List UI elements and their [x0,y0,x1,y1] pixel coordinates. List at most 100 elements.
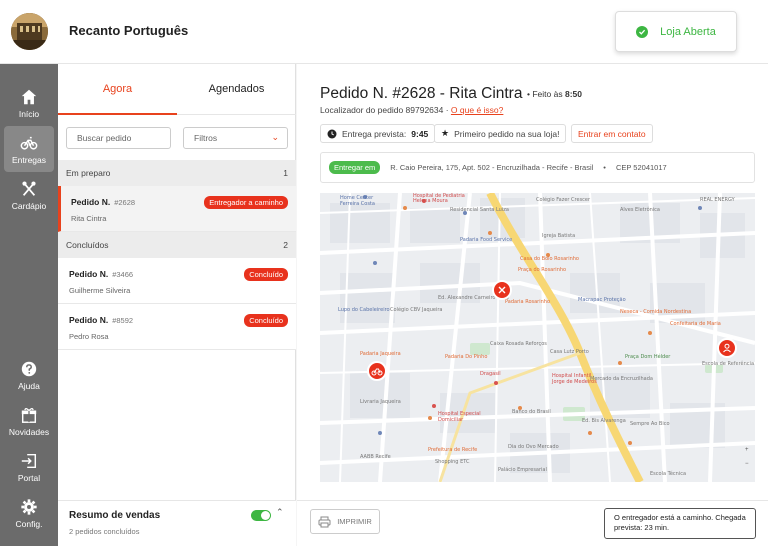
svg-text:Caixa Rosada Reforços: Caixa Rosada Reforços [490,341,547,347]
order-detail-title: Pedido N. #2628 - Rita Cintra [320,85,523,102]
order-card-8592[interactable]: Pedido N. #8592 Pedro Rosa Concluído [58,304,296,350]
order-done-at: • Feito às 8:50 [527,89,582,99]
sidebar-item-config[interactable]: Config. [4,490,54,536]
search-input[interactable]: Buscar pedido [66,127,171,149]
gear-icon [21,498,37,515]
sales-summary-subtitle: 2 pedidos concluídos [69,527,140,536]
portal-icon [21,453,37,468]
svg-text:Ferreira Costa: Ferreira Costa [340,201,375,207]
top-header: Recanto Português Loja Aberta [0,0,768,64]
svg-text:Palácio Empresarial: Palácio Empresarial [498,466,547,473]
svg-text:Colégio Fazer Crescer: Colégio Fazer Crescer [536,196,591,203]
print-label: IMPRIMIR [337,517,372,526]
filter-label: Filtros [194,133,218,143]
sidebar-item-ajuda[interactable]: Ajuda [4,352,54,398]
order-card-2628[interactable]: Pedido N. #2628 Rita Cintra Entregador a … [58,186,296,232]
store-logo [11,13,48,50]
printer-icon [318,516,331,527]
order-title: Pedido N. #3466 [69,269,134,279]
eta-time: 9:45 [411,128,429,139]
chevron-up-icon[interactable]: ⌃ [276,507,284,518]
order-detail: Pedido N. #2628 - Rita Cintra • Feito às… [297,64,768,546]
section-title: Concluídos [66,240,109,250]
sidebar-item-cardapio[interactable]: Cardápio [4,172,54,218]
orders-tabs: Agora Agendados [58,64,296,115]
order-number: #3466 [112,270,134,279]
svg-text:Confeitaria de Maria: Confeitaria de Maria [670,321,721,327]
sidebar-item-portal[interactable]: Portal [4,444,54,490]
home-icon [21,89,37,104]
tab-agendados[interactable]: Agendados [177,64,296,114]
tab-agora[interactable]: Agora [58,64,177,115]
section-count: 1 [283,168,288,178]
orders-panel: Agora Agendados Buscar pedido Filtros ⌄ … [58,64,296,546]
courier-marker-icon[interactable] [367,361,387,381]
svg-text:Macrapac Proteção: Macrapac Proteção [578,297,626,303]
svg-text:Residencial Santa Luiza: Residencial Santa Luiza [450,207,509,213]
store-status-button[interactable]: Loja Aberta [615,11,737,52]
sidebar-item-entregas[interactable]: Entregas [4,126,54,172]
svg-text:Alves Eletrônica: Alves Eletrônica [620,206,660,213]
address-cep: CEP 52041017 [615,163,667,172]
order-customer: Guilherme Silveira [69,286,131,295]
svg-text:Escola Técnica: Escola Técnica [650,470,686,477]
sales-summary-title: Resumo de vendas [69,510,161,521]
svg-text:Shopping ETC: Shopping ETC [435,459,470,465]
order-card-3466[interactable]: Pedido N. #3466 Guilherme Silveira Conclu… [58,258,296,304]
section-count: 2 [283,240,288,250]
courier-status-box: O entregador está a caminho. Chegada pre… [604,508,756,539]
svg-text:Prefeitura de Recife: Prefeitura de Recife [428,447,477,453]
svg-text:Padaria Jaqueira: Padaria Jaqueira [360,351,401,357]
sidebar-item-label: Config. [15,518,43,529]
status-badge: Entregador a caminho [204,196,288,209]
sidebar-item-label: Ajuda [18,380,40,391]
svg-text:Dragasil: Dragasil [480,371,501,377]
customer-marker-icon[interactable] [717,338,737,358]
store-name: Recanto Português [69,23,189,38]
svg-text:AABB Recife: AABB Recife [360,454,391,460]
svg-text:Colégio CBV Jaqueira: Colégio CBV Jaqueira [390,306,442,313]
svg-text:Domiciliar: Domiciliar [438,417,464,423]
svg-text:Casa Lutz Porto: Casa Lutz Porto [550,349,589,355]
sales-summary-toggle[interactable] [251,510,271,521]
svg-text:Banco do Brasil: Banco do Brasil [512,409,551,415]
sidebar-item-label: Cardápio [11,200,47,211]
sidebar-item-novidades[interactable]: Novidades [4,398,54,444]
order-customer: Rita Cintra [71,214,107,223]
delivery-map[interactable]: Home Center Ferreira Costa Hospital de P… [320,193,755,482]
svg-text:Livraria Jaqueira: Livraria Jaqueira [360,399,401,405]
svg-text:Padaria Food Service: Padaria Food Service [460,237,512,243]
restaurant-marker-icon[interactable] [492,280,512,300]
order-customer: Pedro Rosa [69,332,109,341]
help-icon [21,361,37,376]
sidebar-item-inicio[interactable]: Início [4,80,54,126]
svg-text:+: + [745,447,749,453]
eta-chip: Entrega prevista: 9:45 [320,124,436,143]
section-header-concluidos: Concluídos 2 [58,232,296,258]
locator-info-link[interactable]: O que é isso? [451,105,503,115]
order-number: #2628 [114,198,136,207]
svg-text:Praça do Rosarinho: Praça do Rosarinho [518,267,566,273]
svg-text:Padaria Rosarinho: Padaria Rosarinho [505,299,550,305]
sidebar-item-label: Portal [17,472,41,483]
svg-text:Helena Moura: Helena Moura [413,198,448,204]
delivery-address: Entregar em R. Caio Pereira, 175, Apt. 5… [320,152,755,183]
delivery-tag: Entregar em [329,161,381,174]
section-header-em-preparo: Em preparo 1 [58,160,296,186]
svg-text:Ed. Bis Alvarenga: Ed. Bis Alvarenga [582,418,626,424]
print-button[interactable]: IMPRIMIR [310,509,380,534]
filter-select[interactable]: Filtros ⌄ [183,127,288,149]
svg-text:REAL ENERGY: REAL ENERGY [700,197,736,203]
clock-icon [327,129,337,138]
sidebar-item-label: Início [18,108,40,119]
order-locator: Localizador do pedido 89792634 · O que é… [320,105,504,115]
svg-text:Casa do Bolo Rosarinho: Casa do Bolo Rosarinho [520,256,579,262]
svg-text:−: − [745,461,749,467]
order-number: #8592 [112,316,134,325]
store-status-label: Loja Aberta [660,25,716,38]
address-text: R. Caio Pereira, 175, Apt. 502 - Encruzi… [390,163,594,172]
status-badge: Concluído [244,268,288,281]
contact-button[interactable]: Entrar em contato [571,124,653,143]
sidebar-item-label: Novidades [8,426,50,437]
sidebar-nav: Início Entregas Cardápio Ajuda Novidades… [0,64,58,546]
